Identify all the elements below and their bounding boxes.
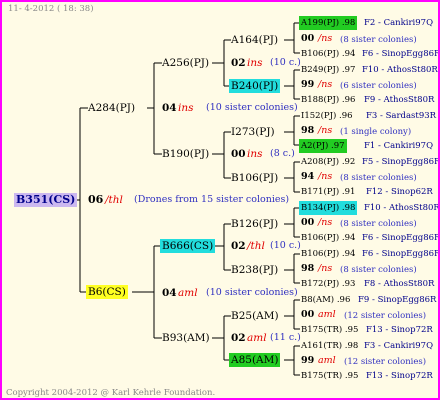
gen4-mid-note: (8 sister colonies) [340, 173, 417, 183]
gen4-origin: F13 - Sinop72R [366, 371, 433, 381]
pedigree-frame: 11- 4-2012 ( 18: 38) Copyright 2004-2012… [0, 0, 440, 400]
gen4-mid-note: (8 sister colonies) [340, 265, 417, 275]
gen3-queen-id[interactable]: A85(AM) [229, 353, 281, 367]
gen4-mid-breed: /ns [318, 79, 333, 90]
gen4-mid-breed: /ns [318, 33, 333, 44]
gen4-mid-breed: /ns [318, 263, 333, 274]
gen4-mid-note: (1 single colony) [340, 127, 412, 137]
gen3-queen-id[interactable]: B240(PJ) [229, 79, 281, 93]
gen4-origin: F2 - Cankiri97Q [364, 18, 434, 28]
gen3-queen-id[interactable]: B25(AM) [231, 309, 279, 323]
gen4-queen[interactable]: B106(PJ) .94 [301, 47, 355, 61]
gen4-origin: F8 - AthosSt80R [364, 279, 435, 289]
gen4-origin: F3 - Cankiri97Q [364, 341, 434, 351]
gen1-year: 04 [162, 287, 177, 299]
gen4-mid-year: 00 [301, 33, 315, 44]
gen4-origin: F9 - AthosSt80R [364, 95, 435, 105]
gen4-origin: F3 - Sardast93R [366, 111, 437, 121]
report-date: 11- 4-2012 ( 18: 38) [8, 4, 94, 14]
gen4-origin: F6 - SinopEgg86R [362, 233, 440, 243]
gen4-mid-year: 00 [301, 217, 315, 228]
gen2-year: 00 [231, 148, 246, 160]
gen2-year: 02 [231, 240, 246, 252]
gen1-note: (10 sister colonies) [206, 102, 298, 113]
gen4-queen[interactable]: B134(PJ) .98 [299, 201, 358, 215]
gen1-breed: aml [178, 287, 198, 299]
gen4-queen[interactable]: A208(PJ) .92 [301, 155, 355, 169]
gen4-queen[interactable]: A2(PJ) .97 [299, 139, 347, 153]
gen4-origin: F10 - AthosSt80R [364, 203, 440, 213]
gen3-queen-id[interactable]: B238(PJ) [231, 263, 278, 277]
gen4-mid-note: (12 sister colonies) [344, 311, 427, 321]
gen2-breed: aml [247, 332, 267, 344]
gen4-origin: F10 - AthosSt80R [362, 65, 438, 75]
root-queen-id[interactable]: B351(CS) [14, 193, 78, 207]
gen4-origin: F5 - SinopEgg86R [362, 157, 440, 167]
gen3-queen-id[interactable]: I273(PJ) [231, 125, 275, 139]
gen4-mid-year: 98 [301, 263, 315, 274]
gen2-breed: /thl [247, 240, 265, 252]
gen3-queen-id[interactable]: B126(PJ) [231, 217, 278, 231]
gen4-mid-breed: /ns [318, 171, 333, 182]
gen2-note: (11 c.) [270, 332, 301, 343]
root-year: 06 [88, 193, 104, 206]
gen4-mid-breed: /ns [318, 125, 333, 136]
gen2-queen-id[interactable]: B190(PJ) [162, 147, 209, 161]
gen4-mid-year: 94 [301, 171, 315, 182]
gen2-note: (8 c.) [270, 148, 295, 159]
gen1-queen-id[interactable]: B6(CS) [86, 285, 128, 299]
gen4-origin: F1 - Cankiri97Q [364, 141, 434, 151]
gen4-queen[interactable]: B188(PJ) .96 [301, 93, 355, 107]
gen4-queen[interactable]: A199(PJ) .98 [299, 16, 358, 30]
gen4-origin: F9 - SinopEgg86R [358, 295, 437, 305]
gen4-mid-year: 98 [301, 125, 315, 136]
gen4-mid-breed: aml [318, 355, 336, 366]
gen2-note: (10 c.) [270, 240, 301, 251]
gen4-queen[interactable]: A161(TR) .98 [301, 339, 358, 353]
gen4-queen[interactable]: B106(PJ) .94 [301, 231, 355, 245]
gen4-queen[interactable]: B175(TR) .95 [301, 369, 358, 383]
gen2-queen-id[interactable]: A256(PJ) [162, 56, 209, 70]
gen1-breed: ins [178, 102, 194, 114]
copyright-footer: Copyright 2004-2012 @ Karl Kehrle Founda… [6, 388, 216, 398]
gen1-year: 04 [162, 102, 177, 114]
gen4-mid-year: 99 [301, 79, 315, 90]
gen4-mid-breed: /ns [318, 217, 333, 228]
gen4-origin: F13 - Sinop72R [366, 325, 433, 335]
gen4-queen[interactable]: B106(PJ) .94 [301, 247, 355, 261]
gen4-origin: F6 - SinopEgg86R [362, 249, 440, 259]
gen2-year: 02 [231, 332, 246, 344]
gen4-mid-note: (6 sister colonies) [340, 81, 417, 91]
gen1-note: (10 sister colonies) [206, 287, 298, 298]
gen4-origin: F12 - Sinop62R [366, 187, 433, 197]
gen4-origin: F6 - SinopEgg86R [362, 49, 440, 59]
gen2-breed: ins [247, 148, 263, 160]
gen4-queen[interactable]: B171(PJ) .91 [301, 185, 355, 199]
root-breed: /thl [105, 194, 123, 206]
gen4-mid-note: (12 sister colonies) [344, 357, 427, 367]
gen4-mid-note: (8 sister colonies) [340, 219, 417, 229]
gen2-queen-id[interactable]: B93(AM) [162, 331, 210, 345]
gen2-breed: ins [247, 57, 263, 69]
gen3-queen-id[interactable]: A164(PJ) [231, 33, 278, 47]
gen1-queen-id[interactable]: A284(PJ) [88, 101, 135, 115]
gen2-queen-id[interactable]: B666(CS) [160, 239, 216, 253]
gen4-queen[interactable]: B175(TR) .95 [301, 323, 358, 337]
gen3-queen-id[interactable]: B106(PJ) [231, 171, 278, 185]
gen4-mid-year: 00 [301, 309, 315, 320]
gen4-queen[interactable]: B8(AM) .96 [301, 293, 350, 307]
gen4-mid-year: 99 [301, 355, 315, 366]
gen4-queen[interactable]: B249(PJ) .97 [301, 63, 355, 77]
gen2-note: (10 c.) [270, 57, 301, 68]
gen4-mid-note: (8 sister colonies) [340, 35, 417, 45]
root-note: (Drones from 15 sister colonies) [134, 194, 290, 205]
gen2-year: 02 [231, 57, 246, 69]
gen4-queen[interactable]: B172(PJ) .93 [301, 277, 355, 291]
gen4-mid-breed: aml [318, 309, 336, 320]
gen4-queen[interactable]: I152(PJ) .96 [301, 109, 353, 123]
